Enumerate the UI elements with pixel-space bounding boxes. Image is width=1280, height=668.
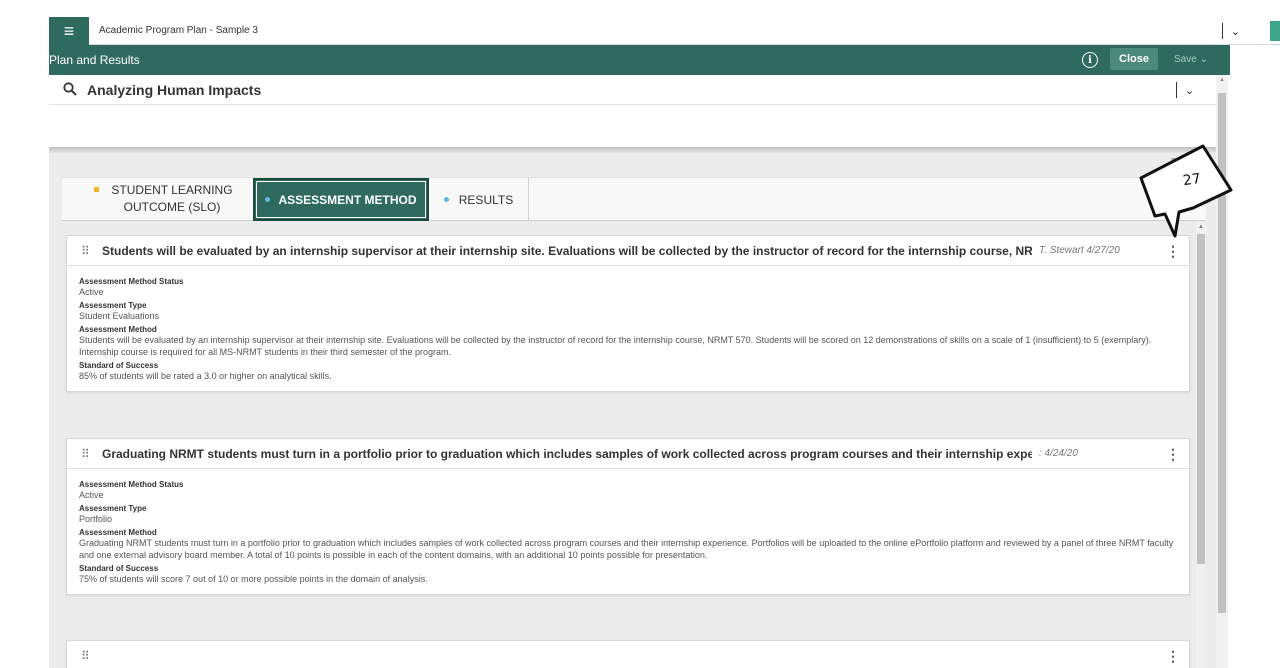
document-title: Academic Program Plan - Sample 3: [99, 25, 258, 36]
tab-slo[interactable]: STUDENT LEARNING OUTCOME (SLO): [62, 178, 254, 221]
card-title[interactable]: Students will be evaluated by an interns…: [102, 244, 1032, 258]
info-icon[interactable]: i: [1082, 52, 1098, 68]
tab-label: RESULTS: [458, 192, 514, 207]
field-value: Active: [79, 490, 104, 500]
plan-header-bar: Plan and Results i Close Save ⌄: [49, 45, 1230, 75]
card-author-date: : 4/24/20: [1039, 448, 1078, 459]
scroll-up-icon[interactable]: ▲: [1219, 77, 1225, 83]
field-label: Assessment Type: [79, 504, 147, 513]
status-dot: [265, 197, 271, 202]
field-label: Standard of Success: [79, 564, 159, 573]
assessment-card: ⠿ ⋮: [66, 640, 1190, 668]
annotation-callout: 27: [1135, 128, 1235, 243]
top-bar: ≡ Academic Program Plan - Sample 3 ⌄: [49, 17, 1280, 45]
side-panel-toggle[interactable]: [1270, 21, 1280, 41]
more-options-icon[interactable]: ⋮: [1166, 648, 1180, 665]
drag-handle-icon[interactable]: ⠿: [81, 447, 90, 461]
card-body: Assessment Method Status Active Assessme…: [67, 266, 1189, 391]
field-label: Standard of Success: [79, 361, 159, 370]
card-header[interactable]: ⠿ Graduating NRMT students must turn in …: [67, 439, 1189, 469]
search-icon[interactable]: [63, 82, 77, 96]
page-title: Plan and Results: [49, 53, 140, 67]
tab-label: STUDENT LEARNING OUTCOME (SLO): [111, 183, 233, 214]
card-title[interactable]: Graduating NRMT students must turn in a …: [102, 447, 1032, 461]
field-label: Assessment Method: [79, 325, 157, 334]
field-value: 75% of students will score 7 out of 10 o…: [79, 574, 428, 584]
tab-label: ASSESSMENT METHOD: [278, 192, 417, 207]
field-label: Assessment Method Status: [79, 277, 184, 286]
field-value: 85% of students will be rated a 3.0 or h…: [79, 371, 332, 381]
card-body: Assessment Method Status Active Assessme…: [67, 469, 1189, 594]
hamburger-menu-icon[interactable]: ≡: [49, 17, 89, 45]
card-author-date: T. Stewart 4/27/20: [1039, 245, 1120, 256]
chevron-down-icon[interactable]: ⌄: [1222, 23, 1248, 39]
tab-bar: STUDENT LEARNING OUTCOME (SLO) ASSESSMEN…: [62, 177, 1206, 221]
field-value: Graduating NRMT students must turn in a …: [79, 538, 1174, 560]
save-button[interactable]: Save ⌄: [1174, 54, 1208, 65]
tab-results[interactable]: RESULTS: [429, 178, 529, 221]
field-label: Assessment Method Status: [79, 480, 184, 489]
card-header[interactable]: ⠿ ⋮: [67, 641, 1189, 668]
selected-item-title[interactable]: Analyzing Human Impacts: [87, 82, 261, 98]
more-options-icon[interactable]: ⋮: [1166, 446, 1180, 463]
field-label: Assessment Method: [79, 528, 157, 537]
field-value: Student Evaluations: [79, 311, 160, 321]
content-scrollbar[interactable]: ▲: [1196, 222, 1206, 668]
search-row: Analyzing Human Impacts ⌄: [49, 75, 1216, 105]
tab-assessment-method[interactable]: ASSESSMENT METHOD: [253, 178, 429, 221]
status-dot: [94, 187, 99, 192]
more-options-icon[interactable]: ⋮: [1166, 243, 1180, 260]
scrollbar-thumb[interactable]: [1197, 234, 1205, 564]
field-value: Portfolio: [79, 514, 113, 524]
drag-handle-icon[interactable]: ⠿: [81, 649, 90, 663]
field-value: Students will be evaluated by an interns…: [79, 335, 1152, 357]
close-button[interactable]: Close: [1110, 48, 1158, 70]
assessment-card: ⠿ Students will be evaluated by an inter…: [66, 235, 1190, 392]
card-header[interactable]: ⠿ Students will be evaluated by an inter…: [67, 236, 1189, 266]
status-dot: [443, 197, 449, 202]
assessment-card: ⠿ Graduating NRMT students must turn in …: [66, 438, 1190, 595]
field-label: Assessment Type: [79, 301, 147, 310]
field-value: Active: [79, 287, 104, 297]
drag-handle-icon[interactable]: ⠿: [81, 244, 90, 258]
annotation-number: 27: [1181, 170, 1202, 190]
chevron-down-icon[interactable]: ⌄: [1176, 82, 1202, 98]
